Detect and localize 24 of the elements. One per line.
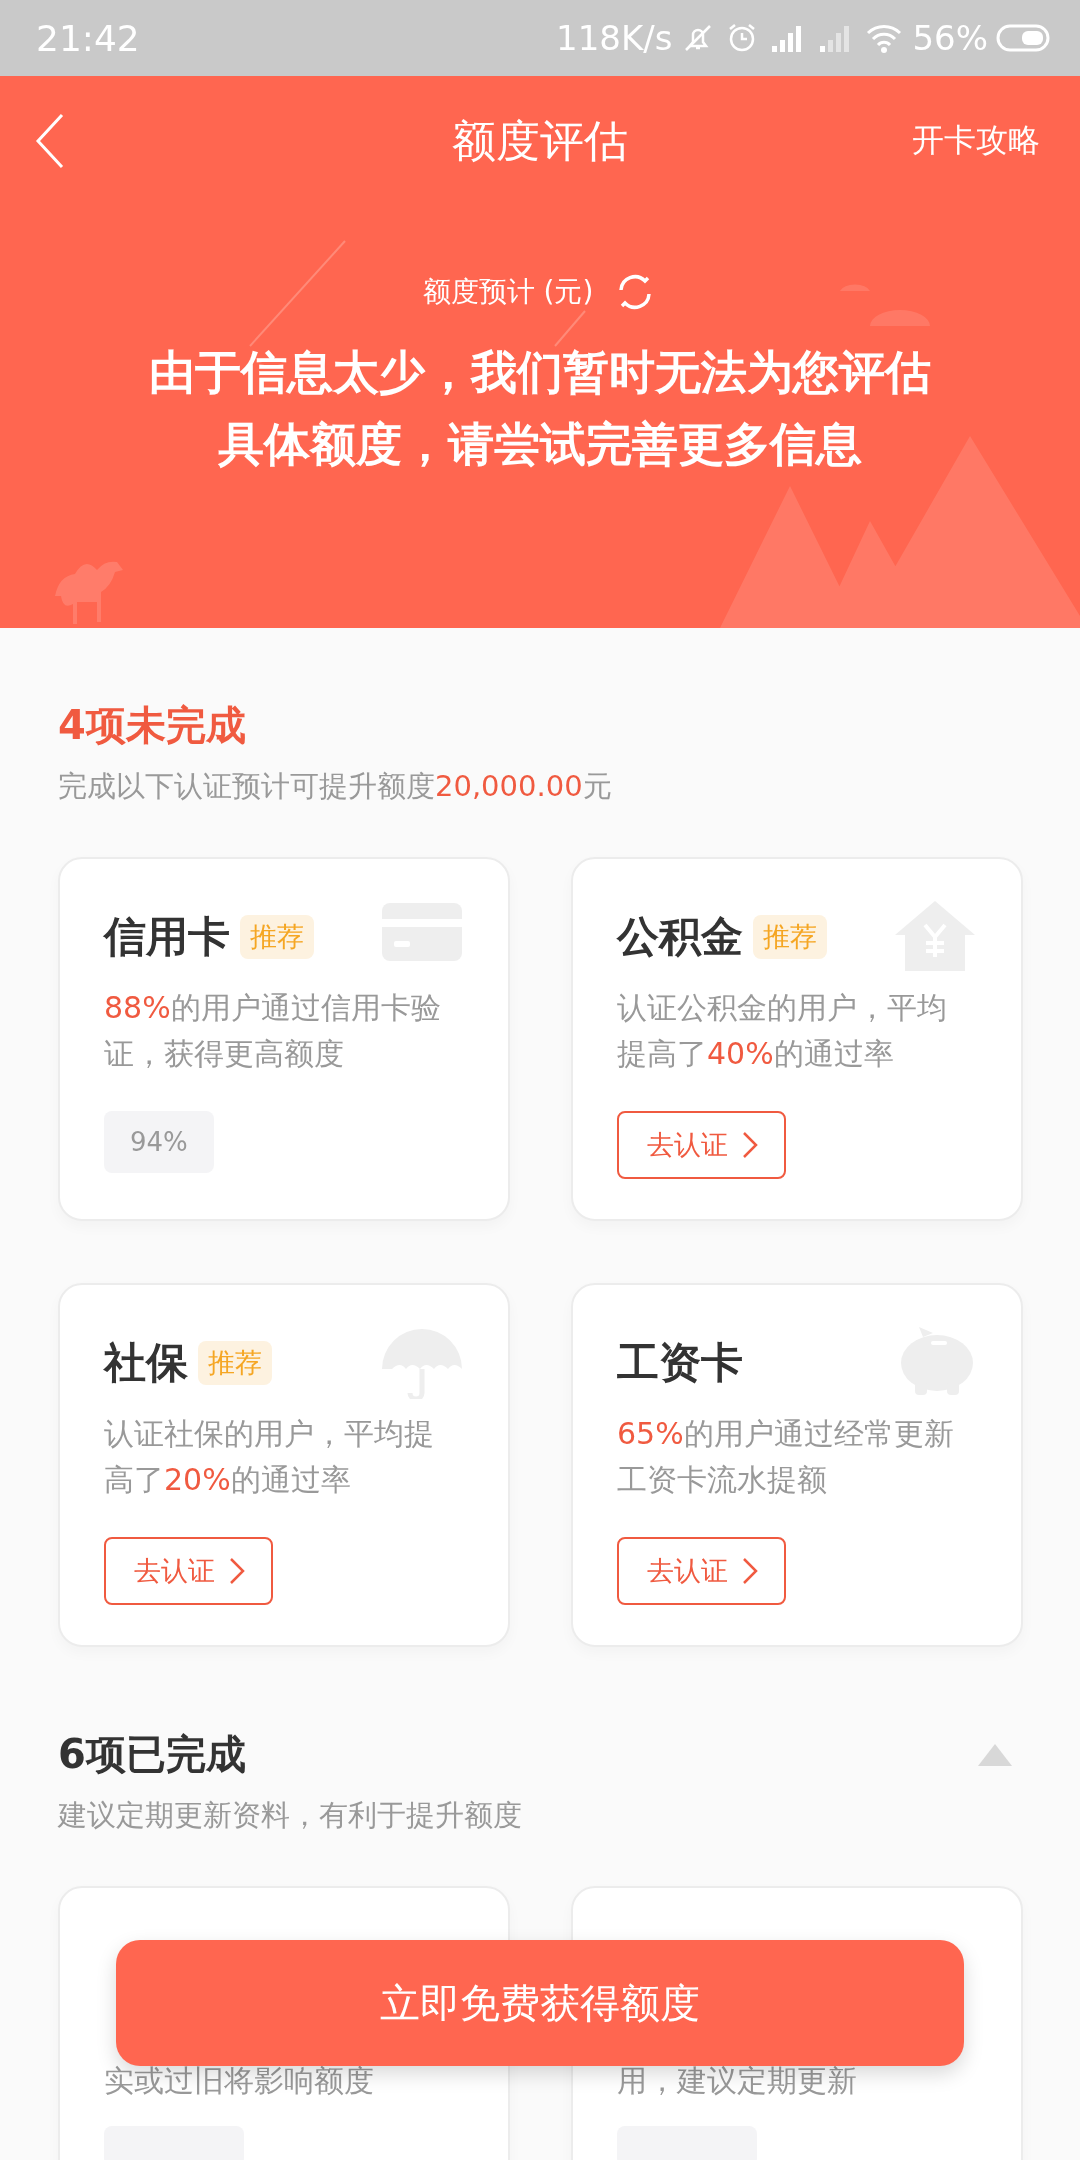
recommend-tag: 推荐	[198, 1341, 272, 1385]
card-title: 社保	[104, 1337, 188, 1389]
card-description: 65%的用户通过经常更新工资卡流水提额	[617, 1415, 955, 1499]
section-title: 4项未完成	[58, 701, 247, 750]
progress-chip: 94%	[104, 1111, 214, 1173]
verify-button[interactable]: 去认证	[617, 1537, 786, 1605]
estimate-label: 额度预计 (元)	[422, 274, 594, 310]
card-description: 88%的用户通过信用卡验证，获得更高额度	[104, 989, 442, 1073]
recommend-tag: 推荐	[240, 915, 314, 959]
estimate-message: 由于信息太少，我们暂时无法为您评估具体额度，请尝试完善更多信息	[148, 344, 932, 473]
card-title: 公积金	[617, 911, 743, 963]
page-title: 额度评估	[451, 113, 629, 168]
card-description: 认证公积金的用户，平均提高了40%的通过率	[617, 989, 948, 1073]
recommend-tag: 推荐	[753, 915, 827, 959]
section-subtitle: 完成以下认证预计可提升额度20,000.00元	[58, 768, 613, 805]
guide-link[interactable]: 开卡攻略	[912, 119, 1040, 163]
card-title: 信用卡	[104, 911, 230, 963]
section-title: 6项已完成	[58, 1730, 246, 1779]
verify-button[interactable]: 去认证	[617, 1111, 786, 1179]
get-quota-button[interactable]: 立即免费获得额度	[116, 1940, 964, 2066]
section-subtitle: 建议定期更新资料，有利于提升额度	[58, 1797, 523, 1834]
verify-button[interactable]: 去认证	[104, 1537, 273, 1605]
card-description: 认证社保的用户，平均提高了20%的通过率	[104, 1415, 435, 1499]
card-title: 工资卡	[617, 1337, 743, 1389]
